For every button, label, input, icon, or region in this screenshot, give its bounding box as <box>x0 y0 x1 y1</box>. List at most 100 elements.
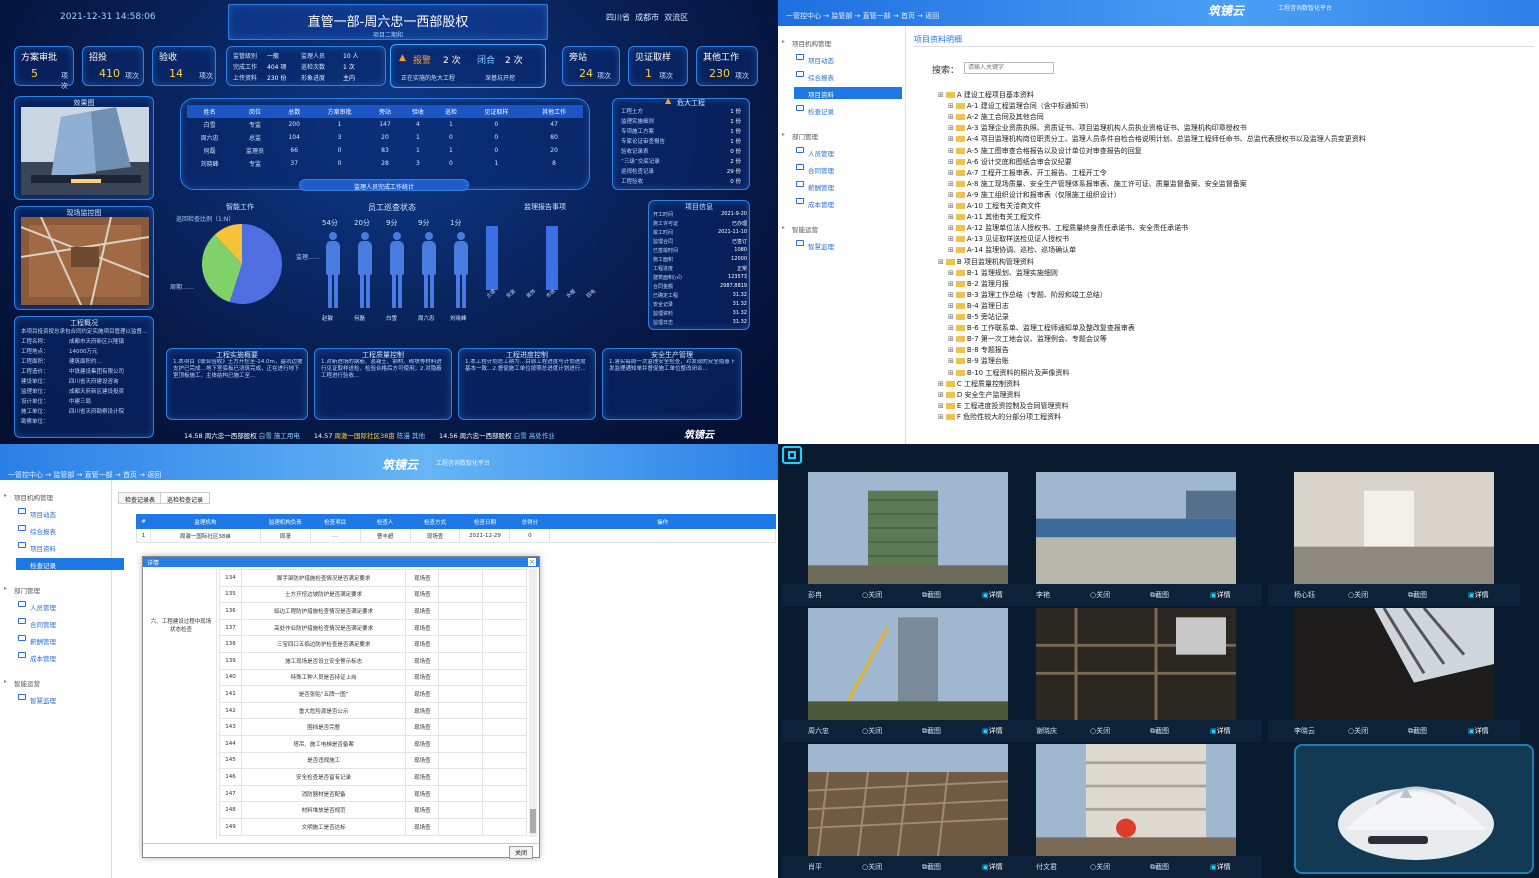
table-row[interactable]: 135 土方开挖边坡防护是否满足要求 现场查 <box>219 585 527 604</box>
tree-node[interactable]: ⊞ A-4 项目监理机构岗位职责分工、监理人员条件自检合格说明计划、总监理工程师任… <box>948 134 1366 144</box>
camera-screenshot-button[interactable]: ⧉截图 <box>922 862 941 872</box>
scrollbar[interactable] <box>529 569 537 837</box>
camera-feed[interactable] <box>1036 472 1236 584</box>
column-header[interactable]: 监理机构 <box>149 514 261 529</box>
camera-feed[interactable] <box>1294 608 1494 720</box>
tree-node[interactable]: ⊞ A-14 监理协调、巡检、巡场确认单 <box>948 245 1076 255</box>
tree-node[interactable]: ⊞ B-2 监理月报 <box>948 279 1009 289</box>
expand-icon[interactable]: ⊞ <box>948 213 954 221</box>
expand-icon[interactable]: ⊞ <box>948 169 954 177</box>
tree-node[interactable]: ⊞ A 建设工程项目基本资料 <box>938 90 1034 100</box>
camera-detail-button[interactable]: ▣详情 <box>1468 726 1489 736</box>
camera-feed[interactable] <box>808 744 1008 856</box>
table-footer-button[interactable]: 监理人员完成工作统计 <box>299 179 469 191</box>
tree-node[interactable]: ⊞ A-10 工程有关洽商文件 <box>948 201 1041 211</box>
expand-icon[interactable]: ▸ <box>4 585 7 592</box>
expand-icon[interactable]: ⊞ <box>948 346 954 354</box>
sidebar-item[interactable]: 人员管理 <box>30 602 56 612</box>
expand-icon[interactable]: ⊞ <box>948 113 954 121</box>
expand-icon[interactable]: ⊞ <box>948 269 954 277</box>
close-icon[interactable]: × <box>528 558 536 566</box>
table-row[interactable]: 136 临边工程防护措施检查情况是否满足要求 现场查 <box>219 602 527 620</box>
camera-screenshot-button[interactable]: ⧉截图 <box>1150 590 1169 600</box>
report-bar[interactable] <box>546 226 558 290</box>
stat-card[interactable]: 见证取样 1 项次 <box>628 46 688 86</box>
danger-item[interactable]: 验收记录表 0 份 <box>621 147 743 157</box>
danger-item[interactable]: “三级”交底记录 2 份 <box>621 157 743 167</box>
tree-node[interactable]: ⊞ B-6 工作联系单、监理工程师通知单及整改复查报审表 <box>948 323 1135 333</box>
tree-node[interactable]: ⊞ B-9 监理台账 <box>948 356 1009 366</box>
sidebar-group[interactable]: 部门管理 <box>14 585 40 595</box>
tree-node[interactable]: ⊞ A-9 施工组织设计和报审表（仅限施工组织设计） <box>948 190 1121 200</box>
sidebar-item[interactable]: 项目动态 <box>30 509 56 519</box>
table-row[interactable]: 140 特殊工种人员是否持证上岗 现场查 <box>219 668 527 687</box>
sidebar-group[interactable]: 项目机构管理 <box>14 492 53 502</box>
table-row[interactable]: 138 三宝四口五临边防护检查是否满足要求 现场查 <box>219 635 527 653</box>
tree-node[interactable]: ⊞ B-5 旁站记录 <box>948 312 1009 322</box>
camera-close-button[interactable]: ○关闭 <box>862 590 882 600</box>
camera-detail-button[interactable]: ▣详情 <box>1468 590 1489 600</box>
sidebar-item[interactable]: 综合报表 <box>30 526 56 536</box>
tree-node[interactable]: ⊞ B-1 监理规划、监理实施细则 <box>948 268 1058 278</box>
table-row[interactable]: 142 重大危险源是否公示 现场查 <box>219 701 527 720</box>
tree-node[interactable]: ⊞ C 工程质量控制资料 <box>938 379 1020 389</box>
camera-feed[interactable] <box>1036 608 1236 720</box>
camera-detail-button[interactable]: ▣详情 <box>1210 590 1231 600</box>
ticker-item[interactable]: 14.58 周六忠一西部股权 白雪 施工用电 <box>184 432 300 440</box>
stat-card[interactable]: 验收 14 项次 <box>152 46 216 86</box>
column-header[interactable]: 操作 <box>549 514 776 529</box>
tree-node[interactable]: ⊞ A-11 其他有关工程文件 <box>948 212 1041 222</box>
ticker-item[interactable]: 14.56 周六忠一西部股权 白雪 高处作业 <box>439 432 555 440</box>
camera-feed[interactable] <box>808 472 1008 584</box>
expand-icon[interactable]: ⊞ <box>938 380 944 388</box>
column-header[interactable]: 检查人 <box>359 514 411 529</box>
sidebar-item[interactable]: 成本管理 <box>30 653 56 663</box>
expand-icon[interactable]: ⊞ <box>948 124 954 132</box>
stat-card[interactable]: 方案审批 5 项次 <box>14 46 74 90</box>
tree-node[interactable]: ⊞ B 项目监理机构管理资料 <box>938 257 1034 267</box>
danger-item[interactable]: 工程土方 1 份 <box>621 107 743 117</box>
camera-screenshot-button[interactable]: ⧉截图 <box>1150 726 1169 736</box>
expand-icon[interactable]: ⊞ <box>948 235 954 243</box>
tab-patrol-record[interactable]: 巡检检查记录 <box>160 492 211 504</box>
camera-screenshot-button[interactable]: ⧉截图 <box>922 726 941 736</box>
expand-icon[interactable]: ⊞ <box>938 91 944 99</box>
camera-close-button[interactable]: ○关闭 <box>1348 590 1368 600</box>
tree-node[interactable]: ⊞ B-10 工程资料的照片及声像资料 <box>948 368 1069 378</box>
tab-check-record[interactable]: 检查记录表 <box>118 492 163 504</box>
camera-screenshot-button[interactable]: ⧉截图 <box>1150 862 1169 872</box>
camera-detail-button[interactable]: ▣详情 <box>982 862 1003 872</box>
camera-feed[interactable] <box>808 608 1008 720</box>
tree-node[interactable]: ⊞ F 危险性较大的分部分项工程资料 <box>938 412 1061 422</box>
column-header[interactable]: 验收 <box>401 105 435 118</box>
table-row[interactable]: 141 是否张贴“五牌一图” 现场查 <box>219 685 527 703</box>
expand-icon[interactable]: ⊞ <box>948 147 954 155</box>
column-header[interactable]: 姓名 <box>187 105 233 118</box>
alarm-panel[interactable]: ▲ 报警 2 次 闭合 2 次 正在实施的危大工程 深基坑开挖 <box>390 44 546 88</box>
expand-icon[interactable]: ⊞ <box>948 357 954 365</box>
table-row[interactable]: 134 脚手架防护措施检查情况是否满足要求 现场查 <box>219 569 527 587</box>
tree-node[interactable]: ⊞ A-5 施工图审查合格报告以及设计单位对审查报告的回复 <box>948 146 1142 156</box>
column-header[interactable]: 其他工作 <box>525 105 583 118</box>
tree-node[interactable]: ⊞ A-12 监理单位法人授权书、工程质量终身责任承诺书、安全责任承诺书 <box>948 223 1188 233</box>
tree-node[interactable]: ⊞ B-7 第一次工地会议、监理例会、专题会议等 <box>948 334 1107 344</box>
camera-screenshot-button[interactable]: ⧉截图 <box>1408 726 1427 736</box>
table-row[interactable]: 139 施工现场是否设立安全警示标志 现场查 <box>219 651 527 670</box>
camera-close-button[interactable]: ○关闭 <box>1090 726 1110 736</box>
expand-icon[interactable]: ⊞ <box>948 335 954 343</box>
camera-feed[interactable] <box>1294 472 1494 584</box>
expand-icon[interactable]: ⊞ <box>948 135 954 143</box>
table-row[interactable]: 144 塔吊、施工电梯是否备案 现场查 <box>219 734 527 753</box>
expand-icon[interactable]: ▸ <box>4 678 7 685</box>
column-header[interactable]: 旁站 <box>368 105 402 118</box>
expand-icon[interactable]: ⊞ <box>948 191 954 199</box>
table-row[interactable]: 刘晓峰 专监 37 0 28 3 0 1 8 <box>187 157 583 170</box>
expand-icon[interactable]: ▸ <box>4 492 7 499</box>
column-header[interactable]: 总得分 <box>509 514 551 529</box>
expand-icon[interactable]: ⊞ <box>948 102 954 110</box>
column-header[interactable]: 总数 <box>277 105 311 118</box>
tree-node[interactable]: ⊞ A-6 设计交底和图纸会审会议纪要 <box>948 157 1072 167</box>
expand-icon[interactable]: ⊞ <box>948 369 954 377</box>
sidebar-item[interactable]: 合同管理 <box>30 619 56 629</box>
table-row[interactable]: 白雪 专监 200 1 147 4 1 0 47 <box>187 118 583 131</box>
